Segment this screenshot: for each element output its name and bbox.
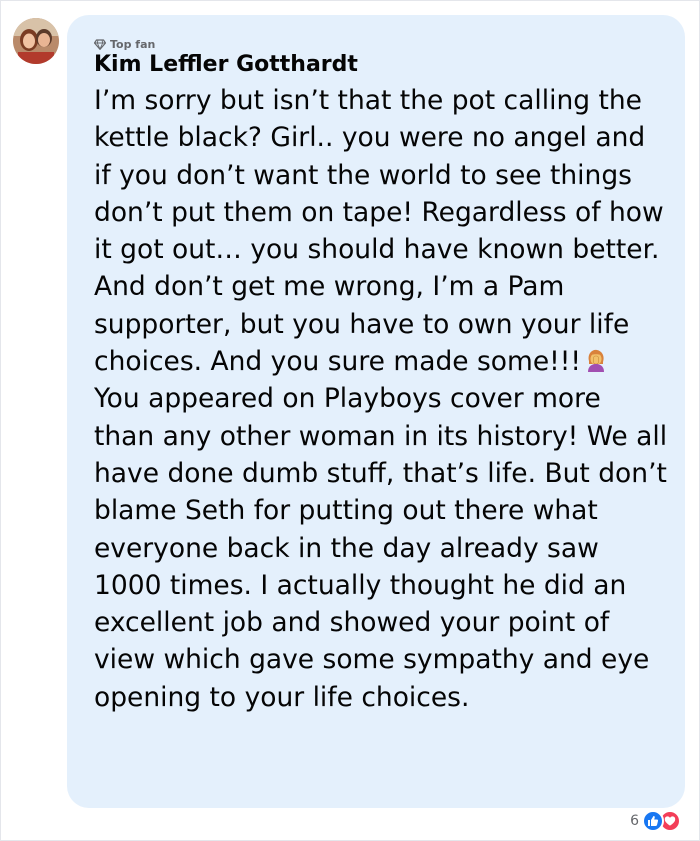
comment-bubble: Top fan Kim Leffler Gotthardt I’m sorry … [67, 15, 685, 808]
comment-text-part-1: I’m sorry but isn’t that the pot calling… [94, 85, 673, 378]
author-name[interactable]: Kim Leffler Gotthardt [94, 52, 685, 78]
badge-label: Top fan [110, 37, 156, 51]
comment-card: Top fan Kim Leffler Gotthardt I’m sorry … [0, 0, 700, 841]
like-icon [642, 810, 664, 832]
comment-text: I’m sorry but isn’t that the pot calling… [94, 82, 669, 716]
woman-facepalming-icon [588, 349, 605, 373]
diamond-icon [94, 38, 106, 50]
reaction-summary[interactable]: 6 [630, 810, 681, 832]
comment-text-part-2: You appeared on Playboys cover more than… [94, 383, 676, 713]
avatar[interactable] [13, 18, 59, 64]
reaction-count: 6 [630, 813, 639, 829]
top-fan-badge[interactable]: Top fan [94, 37, 685, 51]
